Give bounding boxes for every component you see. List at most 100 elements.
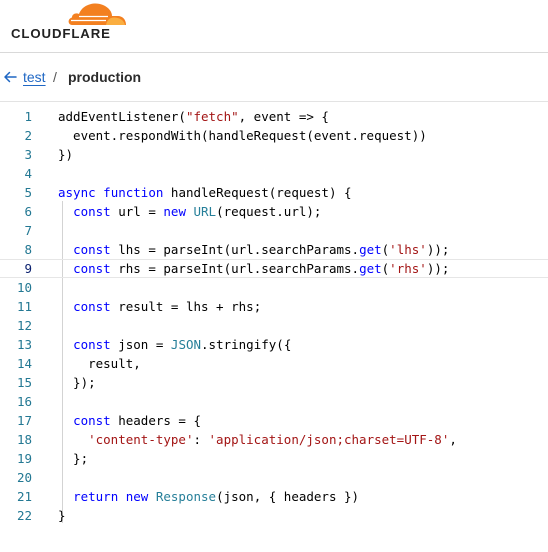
- code-line[interactable]: 15 });: [0, 373, 548, 392]
- code-token: event.respondWith(handleRequest(event.re…: [58, 128, 427, 143]
- code-line[interactable]: 12: [0, 316, 548, 335]
- line-number: 6: [24, 204, 32, 219]
- line-number: 14: [16, 356, 32, 371]
- code-line[interactable]: 9 const rhs = parseInt(url.searchParams.…: [0, 259, 548, 278]
- breadcrumb-separator: /: [53, 69, 57, 85]
- code-token: };: [58, 451, 89, 466]
- code-text: const url = new URL(request.url);: [58, 202, 321, 221]
- line-number: 8: [24, 242, 32, 257]
- code-token: new: [125, 489, 149, 504]
- line-number: 9: [24, 261, 32, 276]
- code-line[interactable]: 18 'content-type': 'application/json;cha…: [0, 430, 548, 449]
- line-number: 19: [16, 451, 32, 466]
- code-line[interactable]: 21 return new Response(json, { headers }…: [0, 487, 548, 506]
- code-line[interactable]: 8 const lhs = parseInt(url.searchParams.…: [0, 240, 548, 259]
- line-number: 20: [16, 470, 32, 485]
- breadcrumb-parent-link[interactable]: test: [23, 69, 46, 85]
- code-line[interactable]: 16: [0, 392, 548, 411]
- code-token: result = lhs + rhs;: [110, 299, 262, 314]
- code-token: rhs = parseInt(url.searchParams.: [110, 261, 360, 276]
- brand-wordmark: CLOUDFLARE: [11, 26, 111, 41]
- code-token: , event => {: [238, 109, 329, 124]
- code-token: }: [58, 508, 66, 523]
- code-token: function: [103, 185, 164, 200]
- code-line[interactable]: 17 const headers = {: [0, 411, 548, 430]
- code-token: json =: [110, 337, 171, 352]
- code-line[interactable]: 11 const result = lhs + rhs;: [0, 297, 548, 316]
- code-token: return: [73, 489, 119, 504]
- code-token: }): [58, 147, 74, 162]
- line-number: 22: [16, 508, 32, 523]
- code-token: 'lhs': [389, 242, 427, 257]
- code-token: addEventListener(: [58, 109, 186, 124]
- code-line[interactable]: 13 const json = JSON.stringify({: [0, 335, 548, 354]
- code-line[interactable]: 3}): [0, 145, 548, 164]
- code-text: };: [58, 449, 88, 468]
- code-line[interactable]: 6 const url = new URL(request.url);: [0, 202, 548, 221]
- code-line[interactable]: 7: [0, 221, 548, 240]
- line-number: 15: [16, 375, 32, 390]
- code-token: const: [73, 204, 111, 219]
- code-text: const lhs = parseInt(url.searchParams.ge…: [58, 240, 449, 259]
- code-text: result,: [58, 354, 141, 373]
- code-line[interactable]: 5 async function handleRequest(request) {: [0, 183, 548, 202]
- code-line[interactable]: 20: [0, 468, 548, 487]
- breadcrumb-current: production: [68, 69, 142, 85]
- code-token: url =: [110, 204, 164, 219]
- line-number: 1: [24, 109, 32, 124]
- code-token: .stringify({: [201, 337, 292, 352]
- code-token: get: [359, 261, 382, 276]
- code-token: :: [193, 432, 209, 447]
- code-token: URL: [193, 204, 217, 219]
- code-line[interactable]: 22}: [0, 506, 548, 525]
- code-text: const result = lhs + rhs;: [58, 297, 261, 316]
- code-token: (request.url);: [216, 204, 322, 219]
- code-token: get: [359, 242, 382, 257]
- code-token: async: [58, 185, 96, 200]
- line-number: 21: [16, 489, 32, 504]
- cloudflare-logo[interactable]: CLOUDFLARE: [10, 2, 126, 48]
- code-token: ));: [426, 261, 450, 276]
- code-text: return new Response(json, { headers }): [58, 487, 359, 506]
- code-token: Response: [155, 489, 217, 504]
- code-token: 'content-type': [88, 432, 194, 447]
- line-number: 18: [16, 432, 32, 447]
- code-token: });: [58, 375, 96, 390]
- line-number: 5: [24, 185, 32, 200]
- code-token: 'application/json;charset=UTF-8': [208, 432, 450, 447]
- line-number: 7: [24, 223, 32, 238]
- code-line[interactable]: 19 };: [0, 449, 548, 468]
- code-token: const: [73, 413, 111, 428]
- code-token: (json, { headers }): [216, 489, 360, 504]
- code-line[interactable]: 4: [0, 164, 548, 183]
- code-line[interactable]: 10: [0, 278, 548, 297]
- code-line[interactable]: 1 addEventListener("fetch", event => {: [0, 107, 548, 126]
- code-token: const: [73, 261, 111, 276]
- code-text: const rhs = parseInt(url.searchParams.ge…: [58, 260, 449, 277]
- code-text: 'content-type': 'application/json;charse…: [58, 430, 457, 449]
- code-line[interactable]: 2 event.respondWith(handleRequest(event.…: [0, 126, 548, 145]
- code-token: handleRequest(request) {: [163, 185, 352, 200]
- code-editor[interactable]: 1 addEventListener("fetch", event => {2 e…: [0, 101, 548, 552]
- code-text: event.respondWith(handleRequest(event.re…: [58, 126, 427, 145]
- code-text: async function handleRequest(request) {: [58, 183, 352, 202]
- code-token: const: [73, 337, 111, 352]
- line-number: 12: [16, 318, 32, 333]
- arrow-left-icon[interactable]: [3, 70, 17, 84]
- code-text: }: [58, 506, 66, 525]
- code-text: });: [58, 373, 96, 392]
- code-token: lhs = parseInt(url.searchParams.: [110, 242, 360, 257]
- code-line[interactable]: 14 result,: [0, 354, 548, 373]
- code-token: headers = {: [110, 413, 202, 428]
- code-text: addEventListener("fetch", event => {: [58, 107, 329, 126]
